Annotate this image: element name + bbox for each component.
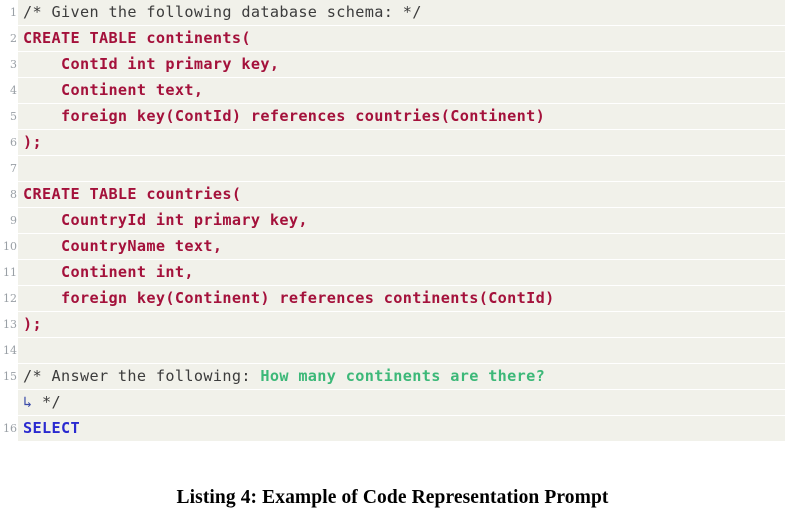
code-line-content: Continent text, [18,78,785,104]
code-line-content: ); [18,312,785,338]
line-number: 5 [0,104,18,130]
code-token-keyword: CREATE TABLE countries( [23,185,242,203]
code-line: 5 foreign key(ContId) references countri… [0,104,785,130]
code-line: 8 CREATE TABLE countries( [0,182,785,208]
code-line: 13); [0,312,785,338]
code-token-keyword: ); [23,133,42,151]
code-token-keyword: Continent text, [23,81,204,99]
line-number: 1 [0,0,18,26]
code-token-green: How many continents are there? [260,367,546,385]
code-token-comment: /* Given the following database schema: … [23,3,422,21]
code-token-keyword: Continent int, [23,263,194,281]
code-token-keyword: ContId int primary key, [23,55,280,73]
code-line: 14 [0,338,785,364]
code-line-content: CREATE TABLE countries( [18,182,785,208]
code-token-comment: /* Answer the following: [23,367,261,385]
code-line: 9 CountryId int primary key, [0,208,785,234]
code-token-keyword: CountryName text, [23,237,223,255]
code-line: 1 /* Given the following database schema:… [0,0,785,26]
code-line: 6); [0,130,785,156]
line-number: 9 [0,208,18,234]
code-line-content: foreign key(Continent) references contin… [18,286,785,312]
line-number: 2 [0,26,18,52]
code-line: 3 ContId int primary key, [0,52,785,78]
code-line-content: /* Given the following database schema: … [18,0,785,26]
code-line: 7 [0,156,785,182]
line-number: 16 [0,416,18,442]
code-line-content: ); [18,130,785,156]
listing-caption: Listing 4: Example of Code Representatio… [176,487,609,508]
line-number: 8 [0,182,18,208]
code-line-content [18,338,785,364]
line-number: 3 [0,52,18,78]
code-token-keyword: ); [23,315,42,333]
line-number: 11 [0,260,18,286]
line-number: 10 [0,234,18,260]
line-number: 12 [0,286,18,312]
code-line-content [18,156,785,182]
code-line-content: CREATE TABLE continents( [18,26,785,52]
line-number: 15 [0,364,18,390]
line-number: 14 [0,338,18,364]
line-number [0,390,18,416]
code-line: 4 Continent text, [0,78,785,104]
code-token-keyword: foreign key(Continent) references contin… [23,289,555,307]
code-token-keyword: CREATE TABLE continents( [23,29,251,47]
code-line-wrapped-content: ↳ */ [18,390,785,416]
listing-figure: 1 /* Given the following database schema:… [0,0,785,525]
code-token-keyword: CountryId int primary key, [23,211,308,229]
code-line-content: ContId int primary key, [18,52,785,78]
code-line-content: Continent int, [18,260,785,286]
code-line: 10 CountryName text, [0,234,785,260]
code-listing: 1 /* Given the following database schema:… [0,0,785,442]
line-number: 6 [0,130,18,156]
code-token-comment: */ [42,393,61,411]
line-number: 4 [0,78,18,104]
code-line-content: foreign key(ContId) references countries… [18,104,785,130]
code-line: 11 Continent int, [0,260,785,286]
line-number: 13 [0,312,18,338]
code-token-keyword_blue: SELECT [23,419,80,437]
code-line: 15/* Answer the following: How many cont… [0,364,785,390]
code-line-content: /* Answer the following: How many contin… [18,364,785,390]
code-line: 12 foreign key(Continent) references con… [0,286,785,312]
code-line: 16 SELECT [0,416,785,442]
code-token-keyword: foreign key(ContId) references countries… [23,107,546,125]
code-line-content: CountryName text, [18,234,785,260]
code-line: 2 CREATE TABLE continents( [0,26,785,52]
code-token-wrap: ↳ [23,393,42,411]
code-line: ↳ */ [0,390,785,416]
code-line-content: SELECT [18,416,785,442]
line-number: 7 [0,156,18,182]
code-line-content: CountryId int primary key, [18,208,785,234]
